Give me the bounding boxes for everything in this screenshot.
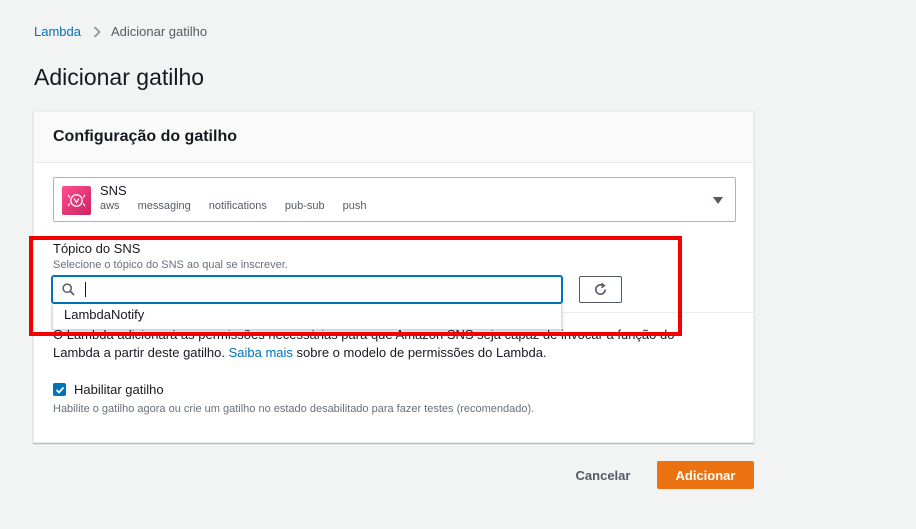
breadcrumb-current: Adicionar gatilho [110, 24, 208, 39]
caret-down-icon [713, 197, 723, 204]
topic-description: Selecione o tópico do SNS ao qual se ins… [53, 259, 288, 271]
enable-trigger-description: Habilite o gatilho agora ou crie um gati… [53, 403, 535, 415]
add-button[interactable]: Adicionar [657, 461, 754, 489]
text-cursor [85, 282, 86, 297]
refresh-icon [593, 282, 608, 297]
chevron-right-icon [93, 25, 101, 38]
service-tag: aws [100, 200, 120, 212]
topic-option[interactable]: LambdaNotify [53, 304, 561, 328]
service-tag: pub-sub [284, 200, 325, 212]
topic-dropdown-list: LambdaNotify [52, 304, 562, 330]
topic-label: Tópico do SNS [53, 241, 141, 256]
breadcrumb-lambda-link[interactable]: Lambda [34, 24, 81, 39]
service-tags: aws messaging notifications pub-sub push [100, 200, 384, 212]
panel-title: Configuração do gatilho [34, 112, 753, 163]
permissions-text-after: sobre o modelo de permissões do Lambda. [292, 345, 547, 360]
breadcrumb: Lambda Adicionar gatilho [34, 24, 207, 39]
trigger-service-select[interactable]: SNS aws messaging notifications pub-sub … [53, 177, 736, 222]
trigger-config-panel: Configuração do gatilho SNS aws messagin… [33, 111, 754, 443]
sns-logo-icon [62, 186, 91, 215]
enable-trigger-label: Habilitar gatilho [74, 382, 164, 397]
topic-search-field[interactable] [52, 276, 562, 303]
service-tag: messaging [137, 200, 191, 212]
permissions-text: O Lambda adicionará as permissões necess… [53, 326, 713, 362]
cancel-button[interactable]: Cancelar [566, 461, 640, 489]
search-icon [62, 283, 75, 296]
enable-trigger-row: Habilitar gatilho [53, 382, 164, 397]
service-tag: push [342, 200, 367, 212]
refresh-topics-button[interactable] [579, 276, 622, 303]
learn-more-link[interactable]: Saiba mais [229, 345, 293, 360]
topic-search-input[interactable] [81, 278, 561, 301]
service-name: SNS [100, 183, 127, 198]
enable-trigger-checkbox[interactable] [53, 383, 66, 396]
service-tag: notifications [208, 200, 267, 212]
page-title: Adicionar gatilho [34, 64, 205, 90]
checkmark-icon [55, 386, 64, 394]
